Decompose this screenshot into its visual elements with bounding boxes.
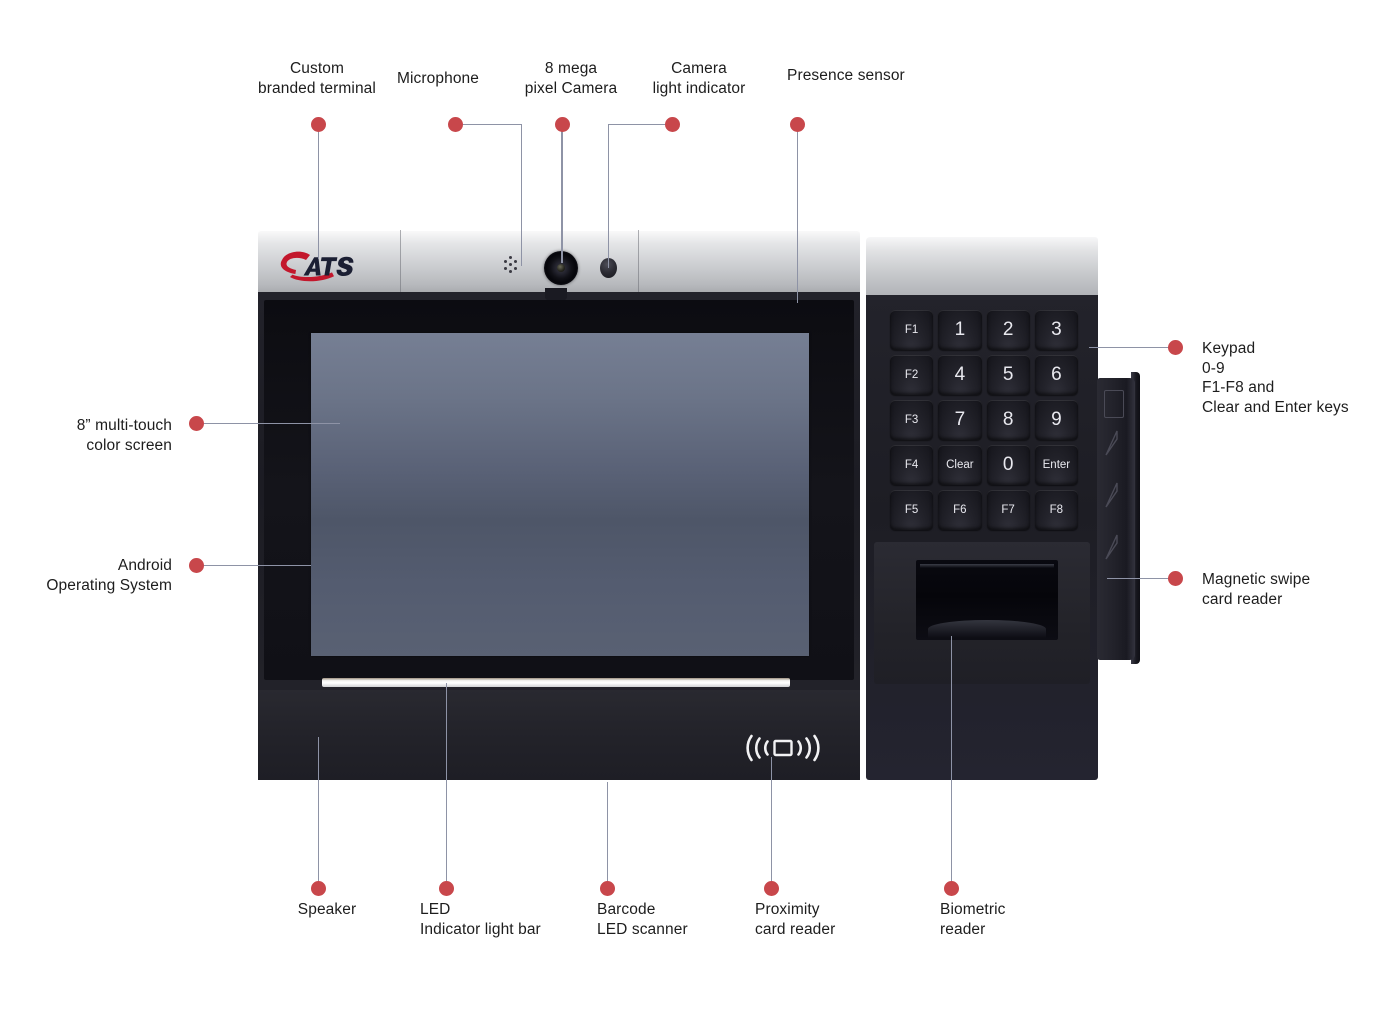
label-proximity: Proximity card reader (755, 901, 836, 938)
nfc-contactless-icon (742, 733, 824, 763)
dot-keypad[interactable] (1168, 340, 1183, 355)
keypad-key-4[interactable]: 4 (938, 355, 982, 395)
dot-screen[interactable] (189, 416, 204, 431)
touchscreen[interactable] (311, 333, 809, 656)
dot-barcode[interactable] (600, 881, 615, 896)
leader-camera-light-h (608, 123, 672, 125)
keypad-key-f2[interactable]: F2 (890, 355, 934, 395)
label-presence-sensor: Presence sensor (787, 67, 905, 84)
leader-custom-branded-terminal (317, 131, 319, 259)
keypad-module-bezel (866, 237, 1098, 295)
leader-proximity (770, 757, 772, 889)
ats-terminal-device: F1 1 2 3 F2 4 5 6 F3 7 8 9 F4 Clear 0 Enter F5 F6 F7 F8 (0, 0, 1388, 1015)
dot-android[interactable] (189, 558, 204, 573)
dot-speaker[interactable] (311, 881, 326, 896)
dot-custom-branded-terminal[interactable] (311, 117, 326, 132)
keypad-key-f4[interactable]: F4 (890, 445, 934, 485)
camera-housing-nub (545, 288, 567, 300)
leader-presence-sensor (796, 131, 798, 303)
leader-speaker (317, 737, 319, 889)
leader-camera (561, 131, 563, 263)
keypad[interactable]: F1 1 2 3 F2 4 5 6 F3 7 8 9 F4 Clear 0 Enter F5 F6 F7 F8 (890, 310, 1078, 530)
led-indicator-light-bar (322, 678, 790, 687)
leader-keypad (1089, 346, 1169, 348)
keypad-key-f7[interactable]: F7 (986, 490, 1030, 530)
bezel-seam-right (638, 230, 639, 292)
leader-screen (203, 422, 340, 424)
magnetic-reader-tick-2 (1104, 482, 1120, 508)
keypad-key-6[interactable]: 6 (1034, 355, 1078, 395)
dot-biometric[interactable] (944, 881, 959, 896)
label-android: Android Operating System (46, 557, 172, 594)
dot-magnetic-swipe[interactable] (1168, 571, 1183, 586)
dot-camera[interactable] (555, 117, 570, 132)
dot-microphone[interactable] (448, 117, 463, 132)
keypad-key-f3[interactable]: F3 (890, 400, 934, 440)
leader-biometric (950, 636, 952, 889)
leader-microphone-h (455, 123, 522, 125)
label-camera-light-indicator: Camera light indicator (652, 60, 746, 97)
keypad-key-2[interactable]: 2 (986, 310, 1030, 350)
keypad-key-1[interactable]: 1 (938, 310, 982, 350)
leader-camera-light-v (607, 124, 609, 268)
ats-logo (276, 247, 368, 287)
dot-led-bar[interactable] (439, 881, 454, 896)
keypad-key-f5[interactable]: F5 (890, 490, 934, 530)
keypad-key-f1[interactable]: F1 (890, 310, 934, 350)
leader-led-bar (445, 683, 447, 889)
keypad-key-9[interactable]: 9 (1034, 400, 1078, 440)
leader-magnetic-swipe (1107, 577, 1169, 579)
label-magnetic-swipe: Magnetic swipe card reader (1202, 571, 1311, 608)
leader-microphone-v (520, 124, 522, 266)
label-screen: 8” multi-touch color screen (76, 417, 172, 454)
bezel-seam-left (400, 230, 401, 292)
magnetic-reader-slot (1104, 390, 1124, 418)
keypad-key-5[interactable]: 5 (986, 355, 1030, 395)
magnetic-swipe-card-reader[interactable] (1097, 378, 1135, 660)
keypad-key-8[interactable]: 8 (986, 400, 1030, 440)
keypad-key-f8[interactable]: F8 (1034, 490, 1078, 530)
keypad-key-enter[interactable]: Enter (1034, 445, 1078, 485)
label-keypad: Keypad 0-9 F1-F8 and Clear and Enter key… (1202, 340, 1349, 416)
keypad-key-f6[interactable]: F6 (938, 490, 982, 530)
magnetic-reader-tick-3 (1104, 534, 1120, 560)
keypad-key-7[interactable]: 7 (938, 400, 982, 440)
dot-proximity[interactable] (764, 881, 779, 896)
label-speaker: Speaker (297, 901, 357, 918)
label-biometric: Biometric reader (940, 901, 1006, 938)
dot-camera-light-indicator[interactable] (665, 117, 680, 132)
biometric-reader-window[interactable] (916, 560, 1058, 640)
keypad-key-3[interactable]: 3 (1034, 310, 1078, 350)
leader-barcode (606, 782, 608, 889)
keypad-key-0[interactable]: 0 (986, 445, 1030, 485)
dot-presence-sensor[interactable] (790, 117, 805, 132)
keypad-key-clear[interactable]: Clear (938, 445, 982, 485)
leader-android (203, 564, 311, 566)
magnetic-reader-tick-1 (1104, 430, 1120, 456)
feature-diagram: F1 1 2 3 F2 4 5 6 F3 7 8 9 F4 Clear 0 Enter F5 F6 F7 F8 (0, 0, 1388, 1015)
microphone-grille-icon (502, 256, 520, 274)
